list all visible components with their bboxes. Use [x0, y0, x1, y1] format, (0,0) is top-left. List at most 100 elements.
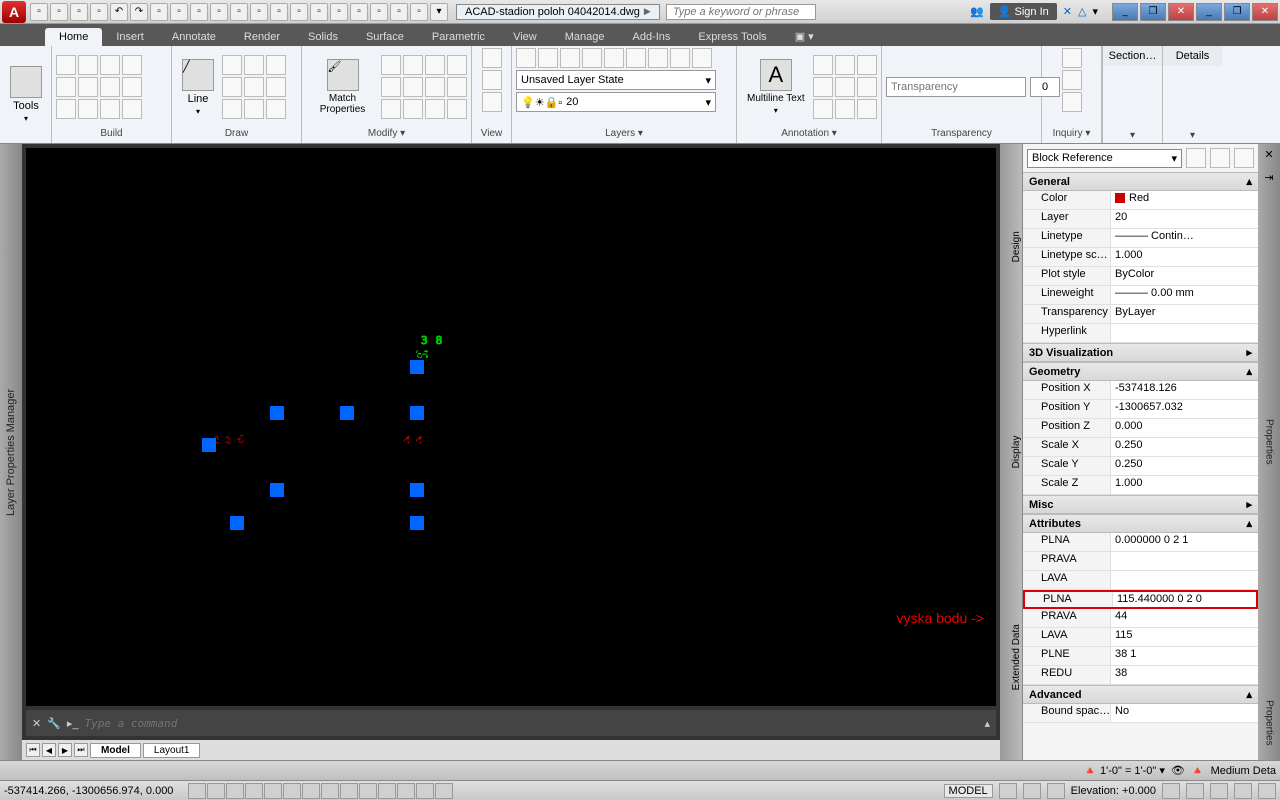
palette-autohide-icon[interactable]: ⇥: [1264, 171, 1273, 184]
quick-select-icon[interactable]: [1186, 148, 1206, 168]
tools-button[interactable]: Tools▾: [4, 64, 48, 125]
modify-tool[interactable]: [425, 99, 445, 119]
status-toggle[interactable]: [1258, 783, 1276, 799]
section-3dviz[interactable]: 3D Visualization▸: [1023, 343, 1258, 362]
qat-btn[interactable]: ▫: [350, 3, 368, 21]
property-value[interactable]: 44: [1111, 609, 1258, 627]
property-value[interactable]: 38 1: [1111, 647, 1258, 665]
anno-autoscale-icon[interactable]: 🔺: [1191, 764, 1205, 777]
status-toggle[interactable]: [1047, 783, 1065, 799]
property-value[interactable]: 20: [1111, 210, 1258, 228]
properties-palette-bar[interactable]: ✕ ⇥ Properties Properties: [1258, 144, 1280, 760]
section-panel-button[interactable]: Section…: [1103, 46, 1162, 66]
draw-tool[interactable]: [244, 99, 264, 119]
signin-button[interactable]: 👤 Sign In: [990, 3, 1057, 20]
build-tool[interactable]: [122, 55, 142, 75]
status-toggle[interactable]: [359, 783, 377, 799]
draw-tool[interactable]: [222, 77, 242, 97]
qat-btn[interactable]: ▫: [250, 3, 268, 21]
property-value[interactable]: -537418.126: [1111, 381, 1258, 399]
layer-current-dropdown[interactable]: 💡☀🔒▫20▾: [516, 92, 716, 112]
app-close-button[interactable]: ✕: [1168, 3, 1194, 21]
qat-btn[interactable]: ▫: [410, 3, 428, 21]
selection-grip[interactable]: [202, 438, 216, 452]
help-dropdown-icon[interactable]: ▾: [1092, 5, 1098, 18]
layout-tab-layout1[interactable]: Layout1: [143, 743, 201, 758]
modify-tool[interactable]: [381, 99, 401, 119]
selection-grip[interactable]: [410, 360, 424, 374]
qat-undo-icon[interactable]: ↶: [110, 3, 128, 21]
doc-restore-button[interactable]: ❐: [1224, 3, 1250, 21]
section-expand-icon[interactable]: ▾: [1103, 128, 1162, 143]
tab-parametric[interactable]: Parametric: [418, 28, 499, 46]
layer-tool[interactable]: [538, 48, 558, 68]
tab-express[interactable]: Express Tools: [684, 28, 780, 46]
property-value[interactable]: ByColor: [1111, 267, 1258, 285]
section-geometry[interactable]: Geometry▴: [1023, 362, 1258, 381]
property-value[interactable]: 115.440000 0 2 0: [1113, 592, 1256, 607]
property-value[interactable]: ——— Contin…: [1111, 229, 1258, 247]
build-tool[interactable]: [100, 77, 120, 97]
status-toggle[interactable]: [397, 783, 415, 799]
status-toggle[interactable]: [1186, 783, 1204, 799]
qat-redo-icon[interactable]: ↷: [130, 3, 148, 21]
selection-grip[interactable]: [410, 516, 424, 530]
property-value[interactable]: 0.000000 0 2 1: [1111, 533, 1258, 551]
build-tool[interactable]: [56, 99, 76, 119]
qat-btn[interactable]: ▫: [290, 3, 308, 21]
panel-modify-title[interactable]: Modify ▾: [306, 126, 467, 141]
property-row[interactable]: Plot styleByColor: [1023, 267, 1258, 286]
status-toggle[interactable]: [999, 783, 1017, 799]
mid-tab-display[interactable]: Display: [1000, 349, 1022, 554]
selection-grip[interactable]: [340, 406, 354, 420]
panel-layers-title[interactable]: Layers ▾: [516, 126, 732, 141]
exchange-icon[interactable]: ✕: [1063, 5, 1072, 18]
property-value[interactable]: No: [1111, 704, 1258, 722]
property-value[interactable]: 0.250: [1111, 457, 1258, 475]
status-toggle[interactable]: [1234, 783, 1252, 799]
mid-tab-design[interactable]: Design: [1000, 144, 1022, 349]
status-toggle[interactable]: [416, 783, 434, 799]
tab-home[interactable]: Home: [45, 28, 102, 46]
layout-tab-model[interactable]: Model: [90, 743, 141, 758]
match-properties-button[interactable]: 🖌Match Properties: [306, 57, 379, 117]
draw-tool[interactable]: [222, 55, 242, 75]
tab-manage[interactable]: Manage: [551, 28, 619, 46]
property-row[interactable]: Linetype——— Contin…: [1023, 229, 1258, 248]
layer-tool[interactable]: [648, 48, 668, 68]
selection-grip[interactable]: [270, 406, 284, 420]
qat-btn[interactable]: ▫: [270, 3, 288, 21]
transparency-input[interactable]: [886, 77, 1026, 97]
property-row[interactable]: Position Z0.000: [1023, 419, 1258, 438]
layer-properties-palette[interactable]: Layer Properties Manager: [0, 144, 22, 760]
multiline-text-button[interactable]: AMultiline Text▾: [741, 57, 811, 117]
document-tab[interactable]: ACAD-stadion poloh 04042014.dwg ▶: [456, 4, 660, 20]
section-attributes[interactable]: Attributes▴: [1023, 514, 1258, 533]
property-value[interactable]: 1.000: [1111, 476, 1258, 494]
qat-new-icon[interactable]: ▫: [30, 3, 48, 21]
anno-tool[interactable]: [835, 99, 855, 119]
toggle-pickadd-icon[interactable]: [1234, 148, 1254, 168]
property-value[interactable]: 38: [1111, 666, 1258, 684]
selection-grip[interactable]: [410, 483, 424, 497]
property-row[interactable]: Position Y-1300657.032: [1023, 400, 1258, 419]
inquiry-tool[interactable]: [1062, 48, 1082, 68]
property-row[interactable]: Scale X0.250: [1023, 438, 1258, 457]
detail-level[interactable]: Medium Deta: [1211, 765, 1276, 777]
app-icon[interactable]: A: [2, 1, 26, 23]
select-objects-icon[interactable]: [1210, 148, 1230, 168]
draw-tool[interactable]: [266, 77, 286, 97]
inquiry-tool[interactable]: [1062, 92, 1082, 112]
qat-btn[interactable]: ▫: [370, 3, 388, 21]
palette-close-icon[interactable]: ✕: [1264, 148, 1273, 161]
build-tool[interactable]: [56, 77, 76, 97]
build-tool[interactable]: [100, 99, 120, 119]
qat-btn[interactable]: ▫: [310, 3, 328, 21]
property-value[interactable]: [1111, 571, 1258, 589]
anno-tool[interactable]: [857, 77, 877, 97]
anno-tool[interactable]: [813, 55, 833, 75]
view-tool[interactable]: [482, 70, 502, 90]
section-general[interactable]: General▴: [1023, 172, 1258, 191]
infocenter-icon[interactable]: 👥: [970, 5, 984, 18]
anno-tool[interactable]: [835, 77, 855, 97]
